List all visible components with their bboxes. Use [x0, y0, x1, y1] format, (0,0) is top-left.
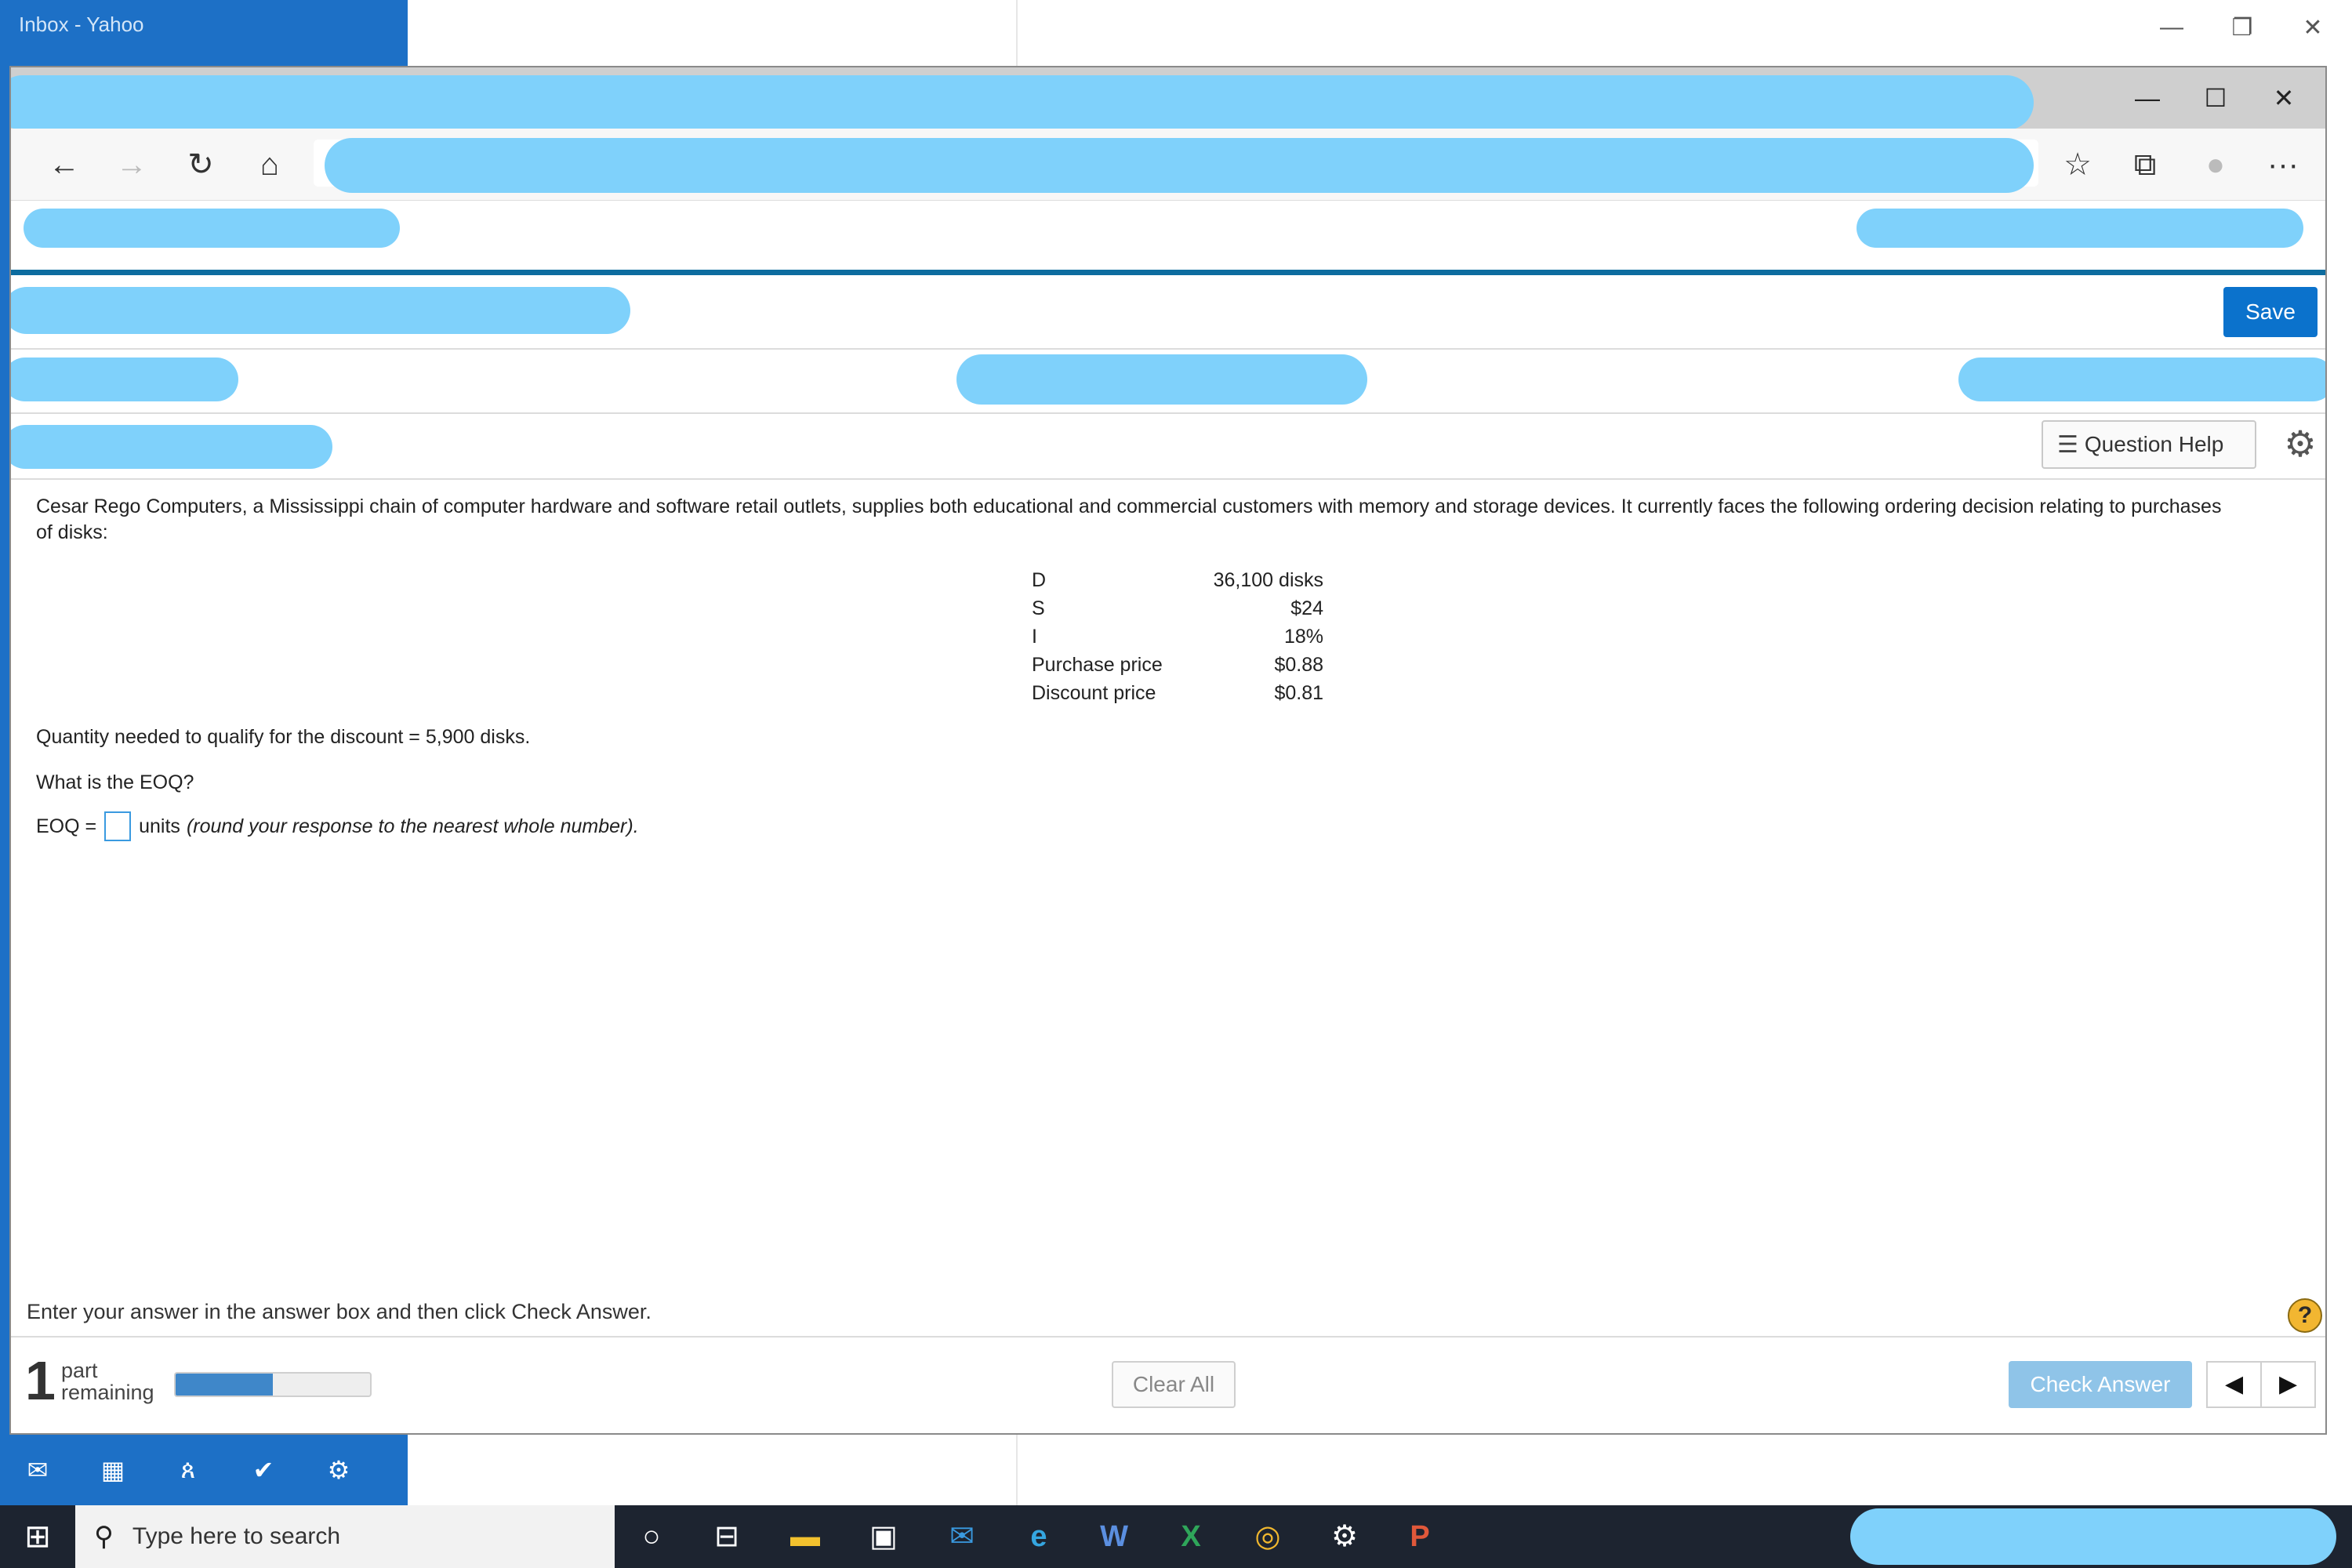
- favorites-icon[interactable]: ☆: [2056, 143, 2100, 187]
- close-icon[interactable]: ✕: [2250, 83, 2318, 113]
- units-label: units: [139, 815, 180, 837]
- next-question-button[interactable]: ▶: [2261, 1361, 2316, 1408]
- powerpoint-icon[interactable]: P: [1385, 1505, 1455, 1568]
- progress-fill: [176, 1374, 273, 1396]
- redaction: [11, 287, 630, 334]
- minimize-icon[interactable]: —: [2114, 84, 2181, 113]
- redaction: [11, 425, 332, 469]
- cortana-icon[interactable]: ○: [616, 1505, 687, 1568]
- previous-question-button[interactable]: ◀: [2206, 1361, 2261, 1408]
- redaction: [1958, 358, 2325, 401]
- chrome-icon[interactable]: ◎: [1232, 1505, 1303, 1568]
- divider: [11, 412, 2325, 414]
- redaction: [11, 358, 238, 401]
- save-button[interactable]: Save: [2223, 287, 2318, 337]
- settings-icon[interactable]: ⚙: [1309, 1505, 1380, 1568]
- redaction: [24, 209, 400, 248]
- close-icon[interactable]: ✕: [2289, 14, 2336, 42]
- answer-instruction: Enter your answer in the answer box and …: [27, 1300, 652, 1323]
- parts-label-line: remaining: [61, 1381, 154, 1404]
- redaction: [1857, 209, 2303, 248]
- browser-window-controls: — ☐ ✕: [2114, 67, 2318, 129]
- question-prompt: What is the EOQ?: [36, 771, 194, 793]
- maximize-icon[interactable]: ☐: [2182, 83, 2249, 113]
- background-window-title: Inbox - Yahoo: [19, 13, 144, 36]
- table-value: $0.81: [1274, 681, 1323, 704]
- minimize-icon[interactable]: —: [2148, 14, 2195, 41]
- redaction: [11, 75, 2034, 130]
- file-explorer-icon[interactable]: ▬: [770, 1505, 840, 1568]
- parts-remaining-count: 1: [25, 1350, 56, 1411]
- question-help-label: Question Help: [2084, 432, 2224, 456]
- gear-icon[interactable]: ⚙: [2278, 422, 2322, 466]
- redaction: [325, 138, 2034, 193]
- profile-icon[interactable]: ●: [2194, 143, 2238, 187]
- table-value: 36,100 disks: [1213, 568, 1323, 591]
- divider: [11, 348, 2325, 350]
- table-label: Discount price: [1032, 681, 1156, 704]
- list-icon: ☰: [2057, 431, 2078, 458]
- taskbar-search[interactable]: ⚲ Type here to search: [75, 1505, 615, 1568]
- table-label: Purchase price: [1032, 653, 1163, 676]
- refresh-icon[interactable]: ↻: [179, 143, 223, 187]
- background-window: [408, 0, 2352, 71]
- table-value: $24: [1290, 597, 1323, 619]
- question-help-button[interactable]: ☰ Question Help: [2042, 420, 2256, 469]
- table-value: 18%: [1283, 625, 1323, 648]
- calendar-icon[interactable]: ▦: [75, 1455, 151, 1485]
- header-rule: [11, 270, 2325, 275]
- mail-bottom-bar: ✉ ▦ ጰ ✔ ⚙: [0, 1435, 408, 1505]
- progress-bar: [174, 1372, 372, 1397]
- table-row: Discount price $0.81: [1032, 679, 1323, 707]
- table-label: I: [1032, 625, 1037, 648]
- people-icon[interactable]: ጰ: [151, 1455, 226, 1485]
- redaction: [1850, 1508, 2336, 1565]
- eoq-answer-input[interactable]: [104, 811, 132, 841]
- mail-icon[interactable]: ✉: [0, 1455, 75, 1485]
- background-window-controls: — ❐ ✕: [2148, 8, 2336, 47]
- todo-icon[interactable]: ✔: [226, 1455, 301, 1485]
- settings-icon[interactable]: ⚙: [301, 1455, 376, 1485]
- restore-icon[interactable]: ❐: [2219, 14, 2266, 42]
- help-icon[interactable]: ?: [2288, 1298, 2322, 1333]
- divider: [11, 478, 2325, 480]
- rounding-note: (round your response to the nearest whol…: [186, 815, 639, 837]
- table-row: I 18%: [1032, 622, 1323, 651]
- parts-label-line: part: [61, 1359, 98, 1382]
- table-row: Purchase price $0.88: [1032, 651, 1323, 679]
- search-icon: ⚲: [94, 1522, 114, 1552]
- excel-icon[interactable]: X: [1156, 1505, 1226, 1568]
- collections-icon[interactable]: ⧉: [2123, 143, 2167, 187]
- forward-icon[interactable]: →: [110, 143, 154, 187]
- back-icon[interactable]: ←: [42, 143, 86, 187]
- more-icon[interactable]: ···: [2261, 143, 2305, 187]
- search-placeholder: Type here to search: [132, 1523, 341, 1549]
- windows-start-icon[interactable]: ⊞: [0, 1505, 75, 1568]
- discount-qualifier: Quantity needed to qualify for the disco…: [36, 726, 531, 748]
- check-answer-button[interactable]: Check Answer: [2009, 1361, 2192, 1408]
- table-row: S $24: [1032, 594, 1323, 622]
- redaction: [956, 354, 1367, 405]
- store-icon[interactable]: ▣: [848, 1505, 919, 1568]
- edge-icon[interactable]: e: [1004, 1505, 1074, 1568]
- given-data-table: D 36,100 disks S $24 I 18% Purchase pric…: [1032, 566, 1323, 707]
- home-icon[interactable]: ⌂: [248, 143, 292, 187]
- parts-remaining-label: part remaining: [61, 1359, 154, 1403]
- task-view-icon[interactable]: ⊟: [691, 1505, 762, 1568]
- table-value: $0.88: [1274, 653, 1323, 676]
- eoq-label: EOQ =: [36, 815, 97, 837]
- question-intro: Cesar Rego Computers, a Mississippi chai…: [36, 495, 2222, 543]
- table-row: D 36,100 disks: [1032, 566, 1323, 594]
- browser-window: — ☐ ✕ ← → ↻ ⌂ ☆ ⧉ ● ··· Save ☰ Question …: [9, 66, 2327, 1435]
- table-label: S: [1032, 597, 1045, 619]
- table-label: D: [1032, 568, 1047, 591]
- eoq-answer-row: EOQ = units (round your response to the …: [36, 811, 639, 842]
- divider: [11, 1336, 2325, 1338]
- word-icon[interactable]: W: [1079, 1505, 1149, 1568]
- clear-all-button[interactable]: Clear All: [1112, 1361, 1236, 1408]
- mail-icon[interactable]: ✉: [927, 1505, 997, 1568]
